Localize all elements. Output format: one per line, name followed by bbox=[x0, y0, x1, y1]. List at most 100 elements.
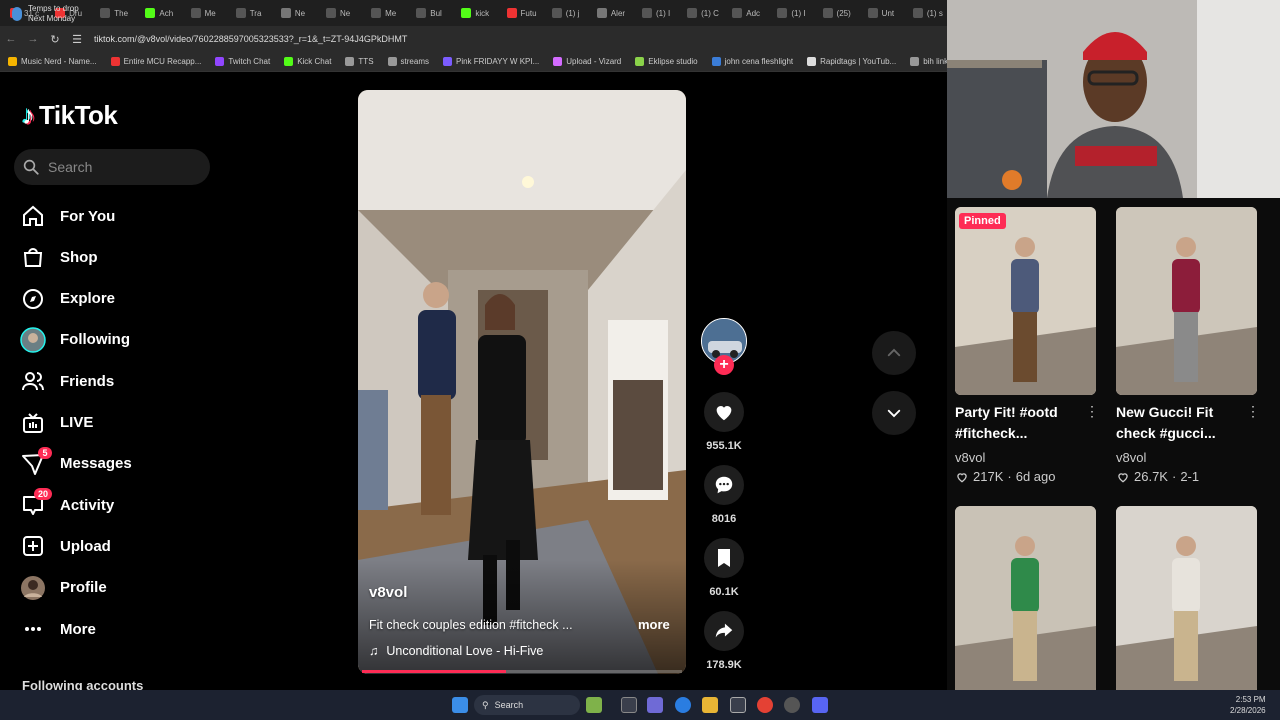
browser-tab[interactable]: (25) bbox=[813, 0, 858, 26]
search-bar[interactable] bbox=[14, 149, 210, 185]
browser-tab[interactable]: Ne bbox=[316, 0, 361, 26]
browser-tab[interactable]: (1) I bbox=[632, 0, 677, 26]
chrome-icon[interactable] bbox=[757, 697, 773, 713]
weather-widget[interactable]: Temps to drop Next Monday bbox=[12, 4, 79, 24]
heart-outline-icon bbox=[957, 472, 967, 482]
bookmark-item[interactable]: TTS bbox=[345, 57, 374, 66]
browser-tab[interactable]: Unt bbox=[858, 0, 903, 26]
more-options-icon[interactable]: ⋮ bbox=[1085, 403, 1099, 420]
bookmark-label: streams bbox=[400, 57, 429, 66]
save-button[interactable] bbox=[704, 538, 744, 578]
video-title[interactable]: New Gucci! Fit check #gucci... bbox=[1116, 402, 1252, 444]
video-author[interactable]: v8vol bbox=[1116, 450, 1146, 465]
video-thumbnail[interactable] bbox=[1116, 207, 1257, 395]
bookmark-label: john cena fleshlight bbox=[724, 57, 794, 66]
like-action[interactable]: 955.1K bbox=[700, 392, 748, 452]
sidebar-item-explore[interactable]: Explore bbox=[20, 283, 220, 315]
browser-tab[interactable]: (1) j bbox=[542, 0, 587, 26]
bookmark-item[interactable]: Entire MCU Recapp... bbox=[110, 57, 201, 66]
discord-icon[interactable] bbox=[812, 697, 828, 713]
browser-tab[interactable]: (1) s bbox=[903, 0, 948, 26]
sidebar-item-profile[interactable]: Profile bbox=[20, 572, 220, 604]
video-progress-bar[interactable] bbox=[362, 670, 682, 673]
task-view-icon[interactable] bbox=[621, 697, 637, 713]
edge-icon[interactable] bbox=[675, 697, 691, 713]
bookmark-item[interactable]: Kick Chat bbox=[284, 57, 331, 66]
bookmark-favicon-icon bbox=[910, 57, 920, 66]
bookmark-item[interactable]: streams bbox=[387, 57, 429, 66]
video-title[interactable]: Party Fit! #ootd #fitcheck... bbox=[955, 402, 1091, 444]
taskbar-search[interactable]: ⚲ Search bbox=[474, 695, 580, 715]
browser-tab[interactable]: Tra bbox=[226, 0, 271, 26]
bookmark-item[interactable]: bih links bbox=[910, 57, 948, 66]
sidebar-item-messages[interactable]: 5 Messages bbox=[20, 446, 220, 480]
previous-video-button[interactable] bbox=[872, 331, 916, 375]
back-icon[interactable]: ← bbox=[0, 26, 22, 52]
store-icon[interactable] bbox=[730, 697, 746, 713]
next-video-button[interactable] bbox=[872, 391, 916, 435]
browser-tab[interactable]: The bbox=[90, 0, 135, 26]
caption-more-button[interactable]: more bbox=[638, 617, 670, 632]
tab-label: Bul bbox=[430, 8, 442, 18]
sidebar-item-upload[interactable]: Upload bbox=[20, 530, 220, 562]
tab-favicon-icon bbox=[687, 8, 698, 18]
sidebar-item-friends[interactable]: Friends bbox=[20, 365, 220, 397]
bookmark-item[interactable]: Eklipse studio bbox=[635, 57, 698, 66]
bookmark-item[interactable]: Pink FRIDAYY W KPI... bbox=[442, 57, 539, 66]
video-author[interactable]: v8vol bbox=[369, 584, 407, 601]
weather-icon bbox=[12, 7, 22, 21]
webcam-overlay bbox=[947, 0, 1280, 198]
search-input[interactable] bbox=[48, 159, 208, 175]
browser-tab[interactable]: Bul bbox=[406, 0, 451, 26]
share-button[interactable] bbox=[704, 611, 744, 651]
sidebar-item-for-you[interactable]: For You bbox=[20, 200, 220, 232]
follow-plus-button[interactable]: + bbox=[714, 355, 734, 375]
tiktok-logo[interactable]: ♪ TikTok bbox=[22, 100, 118, 131]
video-author[interactable]: v8vol bbox=[955, 450, 985, 465]
site-info-icon[interactable]: ☰ bbox=[66, 26, 88, 52]
video-thumbnail[interactable]: Pinned bbox=[955, 207, 1096, 395]
bookmark-item[interactable]: Rapidtags | YouTub... bbox=[807, 57, 896, 66]
taskbar-search-icon: ⚲ bbox=[482, 699, 489, 710]
save-action[interactable]: 60.1K bbox=[700, 538, 748, 598]
copilot-icon[interactable] bbox=[647, 697, 663, 713]
more-options-icon[interactable]: ⋮ bbox=[1246, 403, 1260, 420]
browser-tab[interactable]: (1) I bbox=[767, 0, 812, 26]
start-icon[interactable] bbox=[452, 697, 468, 713]
tab-favicon-icon bbox=[416, 8, 427, 18]
shop-icon bbox=[20, 244, 46, 270]
like-button[interactable] bbox=[704, 392, 744, 432]
browser-tab[interactable]: Adc bbox=[722, 0, 767, 26]
browser-tab[interactable]: kick bbox=[451, 0, 496, 26]
sidebar-item-shop[interactable]: Shop bbox=[20, 241, 220, 273]
browser-tab[interactable]: Aler bbox=[587, 0, 632, 26]
browser-tab[interactable]: (1) C bbox=[677, 0, 722, 26]
comment-action[interactable]: 8016 bbox=[700, 465, 748, 525]
browser-tab[interactable]: Me bbox=[181, 0, 226, 26]
browser-tab[interactable]: Futu bbox=[497, 0, 542, 26]
reload-icon[interactable]: ↻ bbox=[44, 26, 66, 52]
browser-tab[interactable]: Me bbox=[361, 0, 406, 26]
sidebar-item-activity[interactable]: 20 Activity bbox=[20, 488, 220, 521]
bookmark-item[interactable]: Twitch Chat bbox=[215, 57, 270, 66]
obs-icon[interactable] bbox=[784, 697, 800, 713]
bookmark-item[interactable]: john cena fleshlight bbox=[711, 57, 794, 66]
sidebar-item-more[interactable]: More bbox=[20, 613, 220, 645]
sidebar-item-live[interactable]: LIVE bbox=[20, 407, 220, 439]
comment-button[interactable] bbox=[704, 465, 744, 505]
bookmark-item[interactable]: Upload - Vizard bbox=[553, 57, 621, 66]
forward-icon[interactable]: → bbox=[22, 26, 44, 52]
browser-tab[interactable]: Ach bbox=[135, 0, 180, 26]
file-explorer-icon[interactable] bbox=[702, 697, 718, 713]
bookmark-item[interactable]: Music Nerd - Name... bbox=[8, 57, 97, 66]
bookmark-favicon-icon bbox=[442, 57, 452, 66]
video-thumbnail[interactable] bbox=[1116, 506, 1257, 694]
share-action[interactable]: 178.9K bbox=[700, 611, 748, 671]
tab-favicon-icon bbox=[145, 8, 156, 18]
url-field[interactable]: tiktok.com/@v8vol/video/7602288597005323… bbox=[94, 34, 407, 44]
widgets-icon[interactable] bbox=[586, 697, 602, 713]
video-music[interactable]: ♫ Unconditional Love - Hi-Five bbox=[369, 644, 543, 658]
video-thumbnail[interactable] bbox=[955, 506, 1096, 694]
browser-tab[interactable]: Ne bbox=[271, 0, 316, 26]
sidebar-item-following[interactable]: Following bbox=[20, 324, 220, 356]
